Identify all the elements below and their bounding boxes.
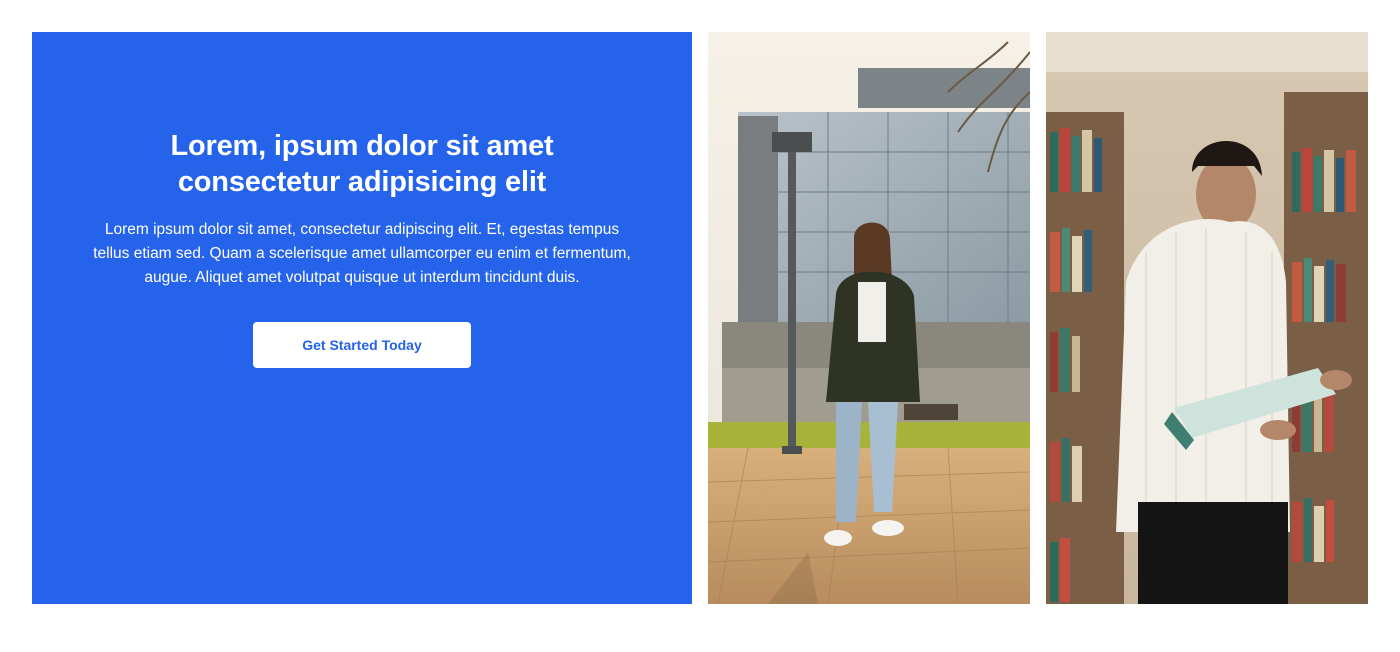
hero-description: Lorem ipsum dolor sit amet, consectetur … (93, 221, 631, 286)
hero-title: Lorem, ipsum dolor sit amet consectetur … (170, 130, 554, 198)
campus-illustration (708, 32, 1030, 604)
hero-panel: Lorem, ipsum dolor sit amet consectetur … (32, 32, 692, 604)
get-started-button[interactable]: Get Started Today (253, 322, 471, 368)
hero-content: Lorem, ipsum dolor sit amet consectetur … (32, 128, 692, 368)
student-campus-photo (708, 32, 1030, 604)
student-library-photo (1046, 32, 1368, 604)
library-illustration (1046, 32, 1368, 604)
